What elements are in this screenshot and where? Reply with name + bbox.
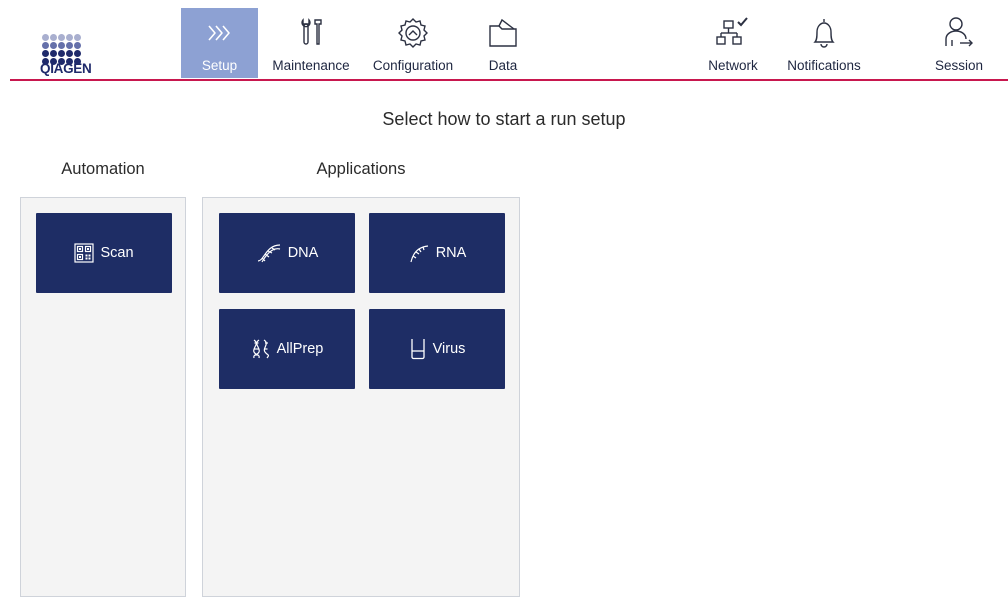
nav-maintenance-label: Maintenance <box>272 58 350 73</box>
page-title: Select how to start a run setup <box>382 109 626 129</box>
rna-label: RNA <box>435 245 467 261</box>
rna-strand-icon <box>410 245 428 263</box>
nav-notifications-label: Notifications <box>787 58 861 73</box>
folder-icon <box>489 18 517 47</box>
nav-notifications-button[interactable]: Notifications <box>776 8 872 78</box>
header-divider <box>10 79 1008 81</box>
automation-heading: Automation <box>61 160 145 178</box>
dna-helix-icon <box>257 244 280 263</box>
logo-wordmark: QIAGEN <box>40 61 92 76</box>
scan-button[interactable]: Scan <box>36 213 172 293</box>
dna-rna-icon <box>252 339 269 359</box>
applications-heading: Applications <box>316 160 406 178</box>
scan-label: Scan <box>100 245 134 261</box>
qiagen-logo: QIAGEN <box>28 26 120 86</box>
network-connected-icon <box>716 17 748 45</box>
user-logout-icon <box>945 17 973 47</box>
nav-network-label: Network <box>708 58 758 73</box>
gear-icon <box>398 18 428 48</box>
nav-maintenance-button[interactable]: Maintenance <box>263 8 359 78</box>
nav-configuration-button[interactable]: Configuration <box>365 8 461 78</box>
bell-icon <box>813 19 835 48</box>
allprep-label: AllPrep <box>276 341 324 357</box>
dna-button[interactable]: DNA <box>219 213 355 293</box>
nav-session-button[interactable]: Session <box>924 8 994 78</box>
dna-label: DNA <box>287 245 319 261</box>
rna-button[interactable]: RNA <box>369 213 505 293</box>
nav-setup-label: Setup <box>201 58 238 73</box>
nav-session-label: Session <box>934 58 984 73</box>
chevrons-right-icon <box>207 25 230 41</box>
tools-icon <box>301 18 322 45</box>
nav-data-button[interactable]: Data <box>472 8 534 78</box>
allprep-button[interactable]: AllPrep <box>219 309 355 389</box>
virus-button[interactable]: Virus <box>369 309 505 389</box>
virus-label: Virus <box>432 341 466 357</box>
qr-code-icon <box>74 243 95 263</box>
nav-configuration-label: Configuration <box>372 58 454 73</box>
nav-data-label: Data <box>488 58 518 73</box>
top-navigation-bar: QIAGEN Setup Maintenance Configuration D… <box>0 0 1008 86</box>
nav-setup-button[interactable]: Setup <box>181 8 258 78</box>
nav-network-button[interactable]: Network <box>700 8 766 78</box>
test-tube-icon <box>410 339 425 360</box>
